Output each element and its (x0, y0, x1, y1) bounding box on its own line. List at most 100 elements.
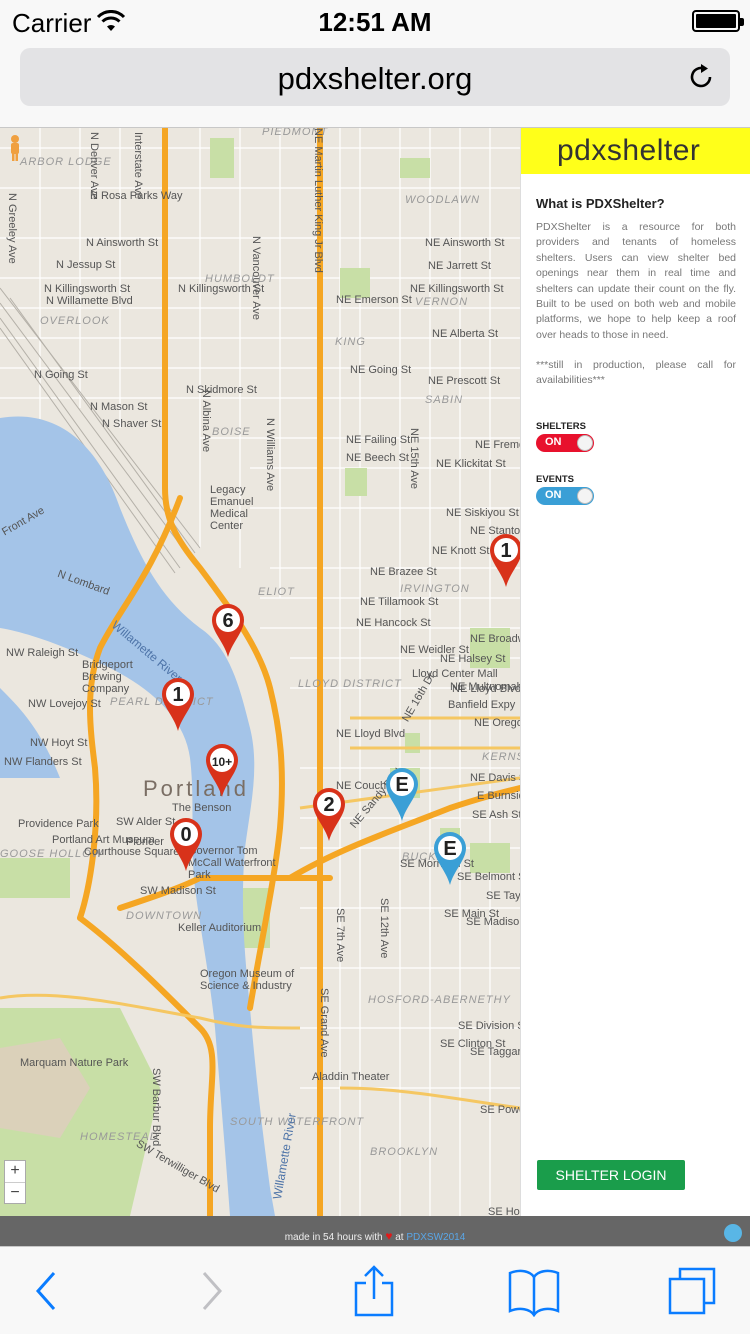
area-label: OVERLOOK (40, 315, 110, 327)
street-label: Banfield Expy (448, 699, 516, 711)
area-label: ELIOT (258, 586, 295, 598)
poi-label: Legacy Emanuel Medical Center (210, 484, 254, 532)
street-label: NE Lloyd Blvd (336, 728, 406, 740)
street-label: SE Grand Ave (318, 988, 330, 1058)
footer-link[interactable]: PDXSW2014 (406, 1232, 465, 1243)
heart-icon: ♥ (385, 1229, 393, 1243)
area-label: KING (335, 336, 366, 348)
logo: pdxshelter (557, 134, 701, 167)
pegman-icon[interactable] (8, 134, 22, 162)
area-label: SABIN (425, 394, 464, 406)
share-icon[interactable] (344, 1265, 404, 1317)
street-label: N Ainsworth St (86, 237, 159, 249)
street-label: N Albina Ave (200, 390, 212, 453)
street-label: SE Madison St (466, 916, 520, 928)
street-label: NE Martin Luther King Jr Blvd (312, 128, 324, 273)
street-label: NE Going St (350, 364, 412, 376)
footer-text: made in 54 hours with (284, 1232, 383, 1243)
zoom-in-button[interactable]: + (5, 1161, 25, 1182)
poi-label: Providence Park (18, 818, 99, 830)
back-icon[interactable] (18, 1265, 78, 1317)
street-label: SE Powell Blvd (480, 1104, 520, 1116)
street-label: SE Holgate (488, 1206, 520, 1216)
battery-icon (692, 10, 744, 32)
street-label: NE Tillamook St (360, 596, 439, 608)
map-view[interactable]: ARBOR LODGE PIEDMONT WOODLAWN HUMBOLDT O… (0, 128, 520, 1216)
github-icon[interactable] (724, 1224, 742, 1242)
shelter-login-button[interactable]: SHELTER LOGIN (537, 1160, 685, 1190)
footer-credit: made in 54 hours with ♥ at PDXSW2014 (0, 1229, 750, 1243)
street-label: N Vancouver Ave (250, 236, 262, 320)
street-label: NE Klickitat St (436, 458, 506, 470)
shelter-pin[interactable]: 2 (311, 786, 347, 842)
shelter-pin[interactable]: 6 (210, 602, 246, 658)
about-title: What is PDXShelter? (536, 196, 665, 211)
street-label: NE Killingsworth St (410, 283, 504, 295)
street-label: N Willamette Blvd (46, 295, 133, 307)
zoom-out-button[interactable]: − (5, 1182, 25, 1203)
events-toggle[interactable]: ON (536, 487, 594, 505)
area-label: VERNON (415, 296, 469, 308)
street-label: SE Division St (458, 1020, 520, 1032)
street-label: NE Oregon St (474, 717, 520, 729)
clock: 12:51 AM (318, 7, 432, 37)
street-label: NE Lloyd Blvd (452, 683, 520, 695)
street-label: NE Alberta St (432, 328, 499, 340)
shelter-pin[interactable]: 1 (488, 532, 520, 588)
street-label: SW Madison St (140, 885, 216, 897)
shelter-pin[interactable]: 10+ (204, 742, 240, 798)
street-label: NE Beech St (346, 452, 409, 464)
event-pin[interactable]: E (384, 766, 420, 822)
street-label: NE Halsey St (440, 653, 506, 665)
footer-at: at (395, 1232, 404, 1243)
shelters-toggle[interactable]: ON (536, 434, 594, 452)
street-label: N Mason St (90, 401, 148, 413)
logo-bar: pdxshelter (521, 128, 750, 174)
event-label: E (395, 774, 409, 796)
street-label: NE Emerson St (336, 294, 412, 306)
shelter-pin[interactable]: 1 (160, 676, 196, 732)
toggle-state: ON (545, 489, 562, 501)
street-label: SE 7th Ave (334, 908, 346, 963)
street-label: NE Hancock St (356, 617, 431, 629)
street-label: N Skidmore St (186, 384, 257, 396)
area-label: BOISE (212, 426, 251, 438)
poi-label: Keller Auditorium (178, 922, 262, 934)
shelter-pin[interactable]: 0 (168, 816, 204, 872)
browser-toolbar (0, 1246, 750, 1334)
poi-label: Pioneer (126, 836, 164, 848)
street-label: NW Hoyt St (30, 737, 88, 749)
street-label: NE Davis St (470, 772, 520, 784)
footer: made in 54 hours with ♥ at PDXSW2014 (0, 1216, 750, 1246)
url-text[interactable]: pdxshelter.org (20, 61, 730, 97)
toggle-state: ON (545, 436, 562, 448)
area-label: LLOYD DISTRICT (298, 678, 402, 690)
poi-label: Marquam Nature Park (20, 1057, 129, 1069)
browser-chrome: pdxshelter.org (0, 40, 750, 128)
about-body: PDXShelter is a resource for both provid… (536, 221, 736, 341)
street-label: NE Ainsworth St (425, 237, 505, 249)
forward-icon[interactable] (180, 1265, 240, 1317)
address-bar[interactable]: pdxshelter.org (20, 48, 730, 106)
area-label: IRVINGTON (400, 583, 470, 595)
street-label: N Going St (34, 369, 88, 381)
shelter-count: 10+ (211, 755, 233, 769)
street-label: NW Raleigh St (6, 647, 79, 659)
street-label: N Williams Ave (264, 418, 276, 492)
tabs-icon[interactable] (662, 1265, 722, 1317)
reload-icon[interactable] (686, 62, 716, 92)
street-label: NE Broadway (470, 633, 520, 645)
poi-label: The Benson (172, 802, 232, 814)
shelter-count: 1 (172, 684, 184, 706)
street-label: Interstate Ave (132, 132, 144, 200)
street-label: SE 12th Ave (378, 898, 390, 959)
events-toggle-label: EVENTS (536, 474, 575, 485)
bookmarks-icon[interactable] (504, 1265, 564, 1317)
street-label: N Killingsworth St (44, 283, 131, 295)
street-label: NE Failing St (346, 434, 411, 446)
about-note: ***still in production, please call for … (536, 359, 736, 387)
poi-label: Bridgeport Brewing Company (82, 659, 133, 695)
area-label: HOSFORD-ABERNETHY (368, 994, 511, 1006)
street-label: NE Prescott St (428, 375, 501, 387)
event-pin[interactable]: E (432, 830, 468, 886)
